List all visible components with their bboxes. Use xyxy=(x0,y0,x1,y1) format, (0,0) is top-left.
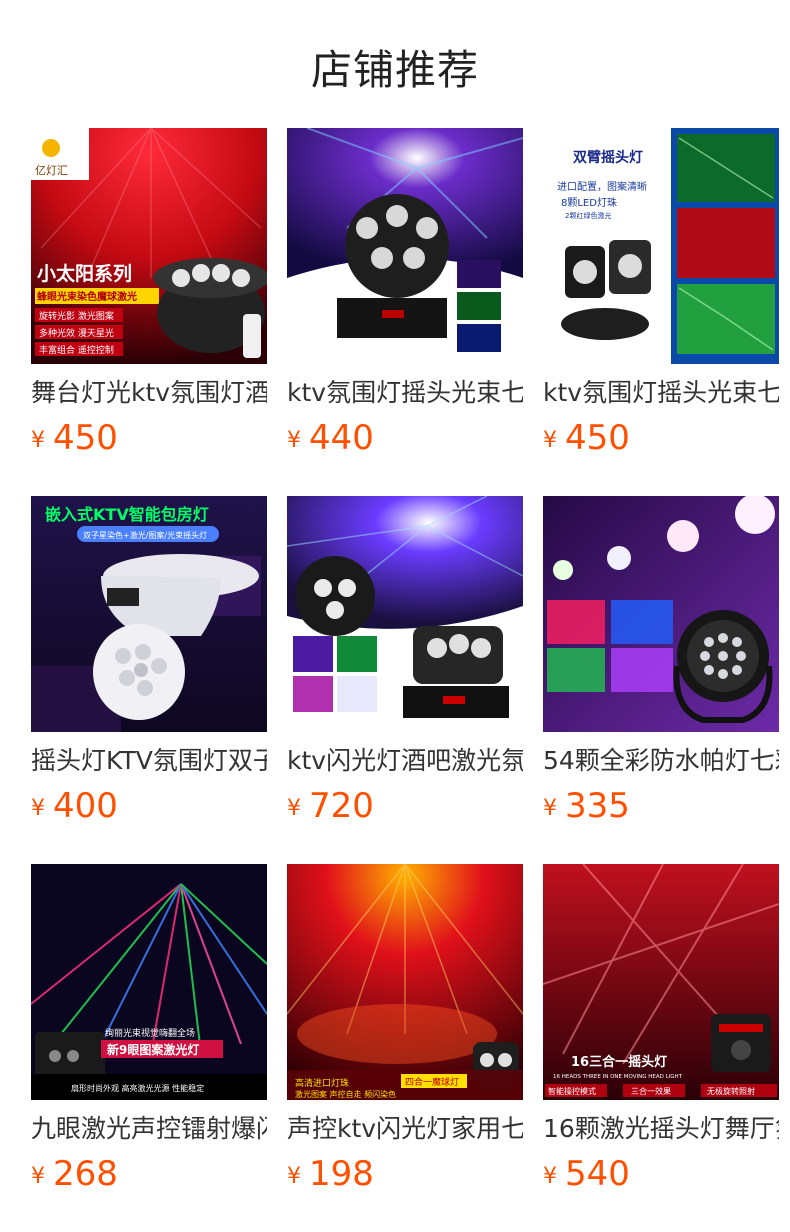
svg-text:智能操控模式: 智能操控模式 xyxy=(548,1086,596,1096)
price-value: 335 xyxy=(565,786,630,826)
product-image[interactable]: 嵌入式KTV智能包房灯 双子星染色+激光/图案/光束摇头灯 xyxy=(31,496,267,732)
product-price: ¥720 xyxy=(287,786,523,832)
svg-text:四合一魔球灯: 四合一魔球灯 xyxy=(405,1076,459,1088)
product-card[interactable]: 16三合一摇头灯 16 HEADS THREE IN ONE MOVING HE… xyxy=(543,864,779,1232)
product-image[interactable] xyxy=(287,128,523,364)
currency-symbol: ¥ xyxy=(31,796,45,821)
stage-light-photo-icon: 亿灯汇 小太阳系列 蜂眼光束染色魔球激光 旋转光影 激光图案 多种光效 漫天星光… xyxy=(31,128,267,364)
page-title: 店铺推荐 xyxy=(311,46,479,94)
svg-text:亿灯汇: 亿灯汇 xyxy=(35,164,68,177)
svg-text:新9眼图案激光灯: 新9眼图案激光灯 xyxy=(107,1042,199,1057)
svg-text:三合一效果: 三合一效果 xyxy=(631,1086,671,1096)
product-price: ¥400 xyxy=(31,786,267,832)
svg-text:16 HEADS THREE IN ONE MOVING H: 16 HEADS THREE IN ONE MOVING HEAD LIGHT xyxy=(553,1074,683,1080)
svg-text:16三合一摇头灯: 16三合一摇头灯 xyxy=(571,1054,667,1070)
product-image[interactable]: 亿灯汇 小太阳系列 蜂眼光束染色魔球激光 旋转光影 激光图案 多种光效 漫天星光… xyxy=(31,128,267,364)
svg-text:激光图案 声控自走 频闪染色: 激光图案 声控自走 频闪染色 xyxy=(295,1089,396,1099)
currency-symbol: ¥ xyxy=(543,796,557,821)
svg-text:扇形时尚外观 高亮激光光源 性能稳定: 扇形时尚外观 高亮激光光源 性能稳定 xyxy=(71,1083,204,1093)
dual-arm-moving-light-photo-icon: 双臂摇头灯 进口配置，图案清晰 8颗LED灯珠 2颗红绿色激光 xyxy=(543,128,779,364)
product-name[interactable]: 摇头灯KTV氛围灯双子星 xyxy=(31,744,267,778)
svg-text:绚丽光束视觉嗨翻全场: 绚丽光束视觉嗨翻全场 xyxy=(105,1027,195,1039)
svg-text:进口配置，图案清晰: 进口配置，图案清晰 xyxy=(557,180,647,193)
product-name[interactable]: 九眼激光声控镭射爆闪灯 xyxy=(31,1112,267,1146)
svg-text:小太阳系列: 小太阳系列 xyxy=(37,262,132,285)
flash-laser-light-photo-icon xyxy=(287,496,523,732)
svg-text:嵌入式KTV智能包房灯: 嵌入式KTV智能包房灯 xyxy=(45,505,209,524)
magic-ball-light-photo-icon: 高清进口灯珠 四合一魔球灯 激光图案 声控自走 频闪染色 xyxy=(287,864,523,1100)
laser-light-photo-icon: 绚丽光束视觉嗨翻全场 新9眼图案激光灯 扇形时尚外观 高亮激光光源 性能稳定 xyxy=(31,864,267,1100)
product-image[interactable]: 双臂摇头灯 进口配置，图案清晰 8颗LED灯珠 2颗红绿色激光 xyxy=(543,128,779,364)
product-name[interactable]: 16颗激光摇头灯舞厅氛围 xyxy=(543,1112,779,1146)
product-image[interactable] xyxy=(543,496,779,732)
product-image[interactable]: 绚丽光束视觉嗨翻全场 新9眼图案激光灯 扇形时尚外观 高亮激光光源 性能稳定 xyxy=(31,864,267,1100)
price-value: 440 xyxy=(309,418,374,458)
product-name[interactable]: 舞台灯光ktv氛围灯酒吧激光灯 xyxy=(31,376,267,410)
price-value: 720 xyxy=(309,786,374,826)
currency-symbol: ¥ xyxy=(287,1164,301,1189)
product-name[interactable]: ktv闪光灯酒吧激光氛围灯 xyxy=(287,744,523,778)
currency-symbol: ¥ xyxy=(287,428,301,453)
product-card[interactable]: 高清进口灯珠 四合一魔球灯 激光图案 声控自走 频闪染色 声控ktv闪光灯家用七… xyxy=(287,864,523,1232)
currency-symbol: ¥ xyxy=(543,428,557,453)
product-image[interactable]: 16三合一摇头灯 16 HEADS THREE IN ONE MOVING HE… xyxy=(543,864,779,1100)
product-image[interactable]: 高清进口灯珠 四合一魔球灯 激光图案 声控自走 频闪染色 xyxy=(287,864,523,1100)
product-image[interactable] xyxy=(287,496,523,732)
moving-head-light-photo-icon xyxy=(287,128,523,364)
embedded-room-light-photo-icon: 嵌入式KTV智能包房灯 双子星染色+激光/图案/光束摇头灯 xyxy=(31,496,267,732)
svg-text:2颗红绿色激光: 2颗红绿色激光 xyxy=(565,211,611,220)
product-price: ¥440 xyxy=(287,418,523,464)
currency-symbol: ¥ xyxy=(31,428,45,453)
product-price: ¥540 xyxy=(543,1154,779,1200)
price-value: 540 xyxy=(565,1154,630,1194)
svg-text:蜂眼光束染色魔球激光: 蜂眼光束染色魔球激光 xyxy=(37,290,137,303)
svg-text:双臂摇头灯: 双臂摇头灯 xyxy=(573,149,643,166)
product-card[interactable]: 绚丽光束视觉嗨翻全场 新9眼图案激光灯 扇形时尚外观 高亮激光光源 性能稳定 九… xyxy=(31,864,267,1232)
svg-text:无极旋转照射: 无极旋转照射 xyxy=(707,1086,755,1096)
product-price: ¥450 xyxy=(31,418,267,464)
price-value: 268 xyxy=(53,1154,118,1194)
product-price: ¥335 xyxy=(543,786,779,832)
svg-text:丰富组合 遥控控制: 丰富组合 遥控控制 xyxy=(39,344,114,356)
product-grid: 亿灯汇 小太阳系列 蜂眼光束染色魔球激光 旋转光影 激光图案 多种光效 漫天星光… xyxy=(31,128,779,1232)
par-light-photo-icon xyxy=(543,496,779,732)
currency-symbol: ¥ xyxy=(31,1164,45,1189)
svg-text:多种光效 漫天星光: 多种光效 漫天星光 xyxy=(39,327,114,339)
price-value: 450 xyxy=(53,418,118,458)
product-name[interactable]: 声控ktv闪光灯家用七彩 xyxy=(287,1112,523,1146)
product-card[interactable]: ktv闪光灯酒吧激光氛围灯 ¥720 xyxy=(287,496,523,864)
product-price: ¥198 xyxy=(287,1154,523,1200)
product-card[interactable]: ktv氛围灯摇头光束七彩 ¥440 xyxy=(287,128,523,496)
currency-symbol: ¥ xyxy=(287,796,301,821)
product-name[interactable]: ktv氛围灯摇头光束七彩 xyxy=(287,376,523,410)
svg-text:高清进口灯珠: 高清进口灯珠 xyxy=(295,1077,349,1089)
currency-symbol: ¥ xyxy=(543,1164,557,1189)
product-name[interactable]: 54颗全彩防水帕灯七彩 xyxy=(543,744,779,778)
sixteen-head-moving-light-photo-icon: 16三合一摇头灯 16 HEADS THREE IN ONE MOVING HE… xyxy=(543,864,779,1100)
product-price: ¥450 xyxy=(543,418,779,464)
product-card[interactable]: 双臂摇头灯 进口配置，图案清晰 8颗LED灯珠 2颗红绿色激光 ktv氛围灯摇头… xyxy=(543,128,779,496)
price-value: 198 xyxy=(309,1154,374,1194)
product-card[interactable]: 54颗全彩防水帕灯七彩 ¥335 xyxy=(543,496,779,864)
product-card[interactable]: 嵌入式KTV智能包房灯 双子星染色+激光/图案/光束摇头灯 摇头灯KTV氛围灯双… xyxy=(31,496,267,864)
svg-text:旋转光影 激光图案: 旋转光影 激光图案 xyxy=(39,310,114,322)
product-price: ¥268 xyxy=(31,1154,267,1200)
price-value: 450 xyxy=(565,418,630,458)
product-card[interactable]: 亿灯汇 小太阳系列 蜂眼光束染色魔球激光 旋转光影 激光图案 多种光效 漫天星光… xyxy=(31,128,267,496)
svg-text:8颗LED灯珠: 8颗LED灯珠 xyxy=(561,196,617,209)
price-value: 400 xyxy=(53,786,118,826)
svg-text:双子星染色+激光/图案/光束摇头灯: 双子星染色+激光/图案/光束摇头灯 xyxy=(83,530,207,540)
product-name[interactable]: ktv氛围灯摇头光束七彩 xyxy=(543,376,779,410)
